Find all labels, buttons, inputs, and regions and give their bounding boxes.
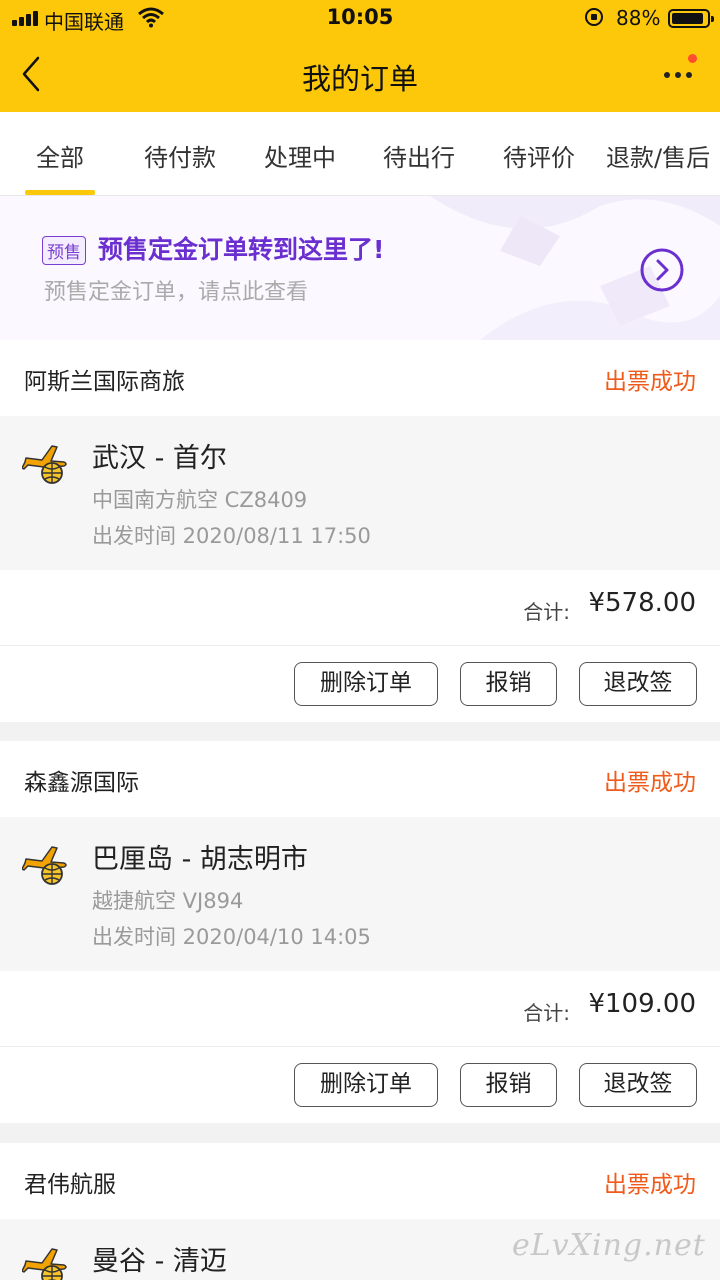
shop-name: 阿斯兰国际商旅 [24,369,185,395]
tab-pending-review[interactable]: 待评价 [479,138,599,173]
total-price: ¥109.00 [588,989,696,1019]
refund-change-button[interactable]: 退改签 [579,662,697,706]
orientation-lock-icon [585,8,603,26]
airplane-icon [22,445,67,484]
notification-dot [688,54,697,63]
total-row: 合计: ¥578.00 [0,570,720,646]
tab-pending-payment[interactable]: 待付款 [120,138,240,173]
delete-order-button[interactable]: 删除订单 [294,662,438,706]
watermark: eLvXing.net [512,1228,706,1263]
route: 曼谷 - 清迈 [92,1246,227,1277]
departure-time: 出发时间 2020/04/10 14:05 [92,925,371,949]
page-title: 我的订单 [301,62,418,96]
status-bar: 中国联通 10:05 88% [0,0,720,36]
tab-all[interactable]: 全部 [0,138,120,173]
airline-flight: 越捷航空 VJ894 [92,889,244,913]
airline-flight: 中国南方航空 CZ8409 [92,488,308,512]
battery-icon [668,9,714,28]
refund-change-button[interactable]: 退改签 [579,1063,697,1107]
total-label: 合计: [523,1001,570,1025]
active-tab-indicator [25,190,95,195]
tab-pending-trip[interactable]: 待出行 [359,138,479,173]
status-badge: 出票成功 [604,770,696,796]
airplane-icon [22,846,67,885]
banner-title: 预售定金订单转到这里了! [98,235,385,264]
presale-badge: 预售 [42,236,86,265]
presale-banner[interactable]: 预售 预售定金订单转到这里了! 预售定金订单，请点此查看 [0,196,720,340]
delete-order-button[interactable]: 删除订单 [294,1063,438,1107]
header: 中国联通 10:05 88% 我的订单 [0,0,720,112]
total-row: 合计: ¥109.00 [0,971,720,1047]
flight-info[interactable]: 武汉 - 首尔 中国南方航空 CZ8409 出发时间 2020/08/11 17… [0,416,720,570]
flight-info[interactable]: 巴厘岛 - 胡志明市 越捷航空 VJ894 出发时间 2020/04/10 14… [0,817,720,971]
banner-subtitle: 预售定金订单，请点此查看 [44,280,309,305]
status-badge: 出票成功 [604,369,696,395]
route: 巴厘岛 - 胡志明市 [92,844,308,875]
status-badge: 出票成功 [604,1172,696,1198]
chevron-right-circle-icon[interactable] [638,246,686,294]
order-card[interactable]: 阿斯兰国际商旅 出票成功 武汉 - 首尔 中国南方航空 CZ8409 出发时间 … [0,340,720,722]
order-tabs: 全部 待付款 处理中 待出行 待评价 退款/售后 [0,112,720,196]
reimburse-button[interactable]: 报销 [460,662,557,706]
route: 武汉 - 首尔 [92,443,227,474]
more-dots-icon[interactable] [660,54,700,90]
tab-processing[interactable]: 处理中 [240,138,360,173]
reimburse-button[interactable]: 报销 [460,1063,557,1107]
clock: 10:05 [326,5,394,29]
departure-time: 出发时间 2020/08/11 17:50 [92,524,371,548]
total-price: ¥578.00 [588,588,696,618]
airplane-icon [22,1248,67,1280]
shop-name: 君伟航服 [24,1172,116,1198]
total-label: 合计: [523,600,570,624]
tab-refund[interactable]: 退款/售后 [600,138,720,173]
battery-percent: 88% [616,6,661,30]
banner-background [0,196,720,340]
order-card[interactable]: 森鑫源国际 出票成功 巴厘岛 - 胡志明市 越捷航空 VJ894 出发时间 20… [0,741,720,1123]
shop-name: 森鑫源国际 [24,770,139,796]
